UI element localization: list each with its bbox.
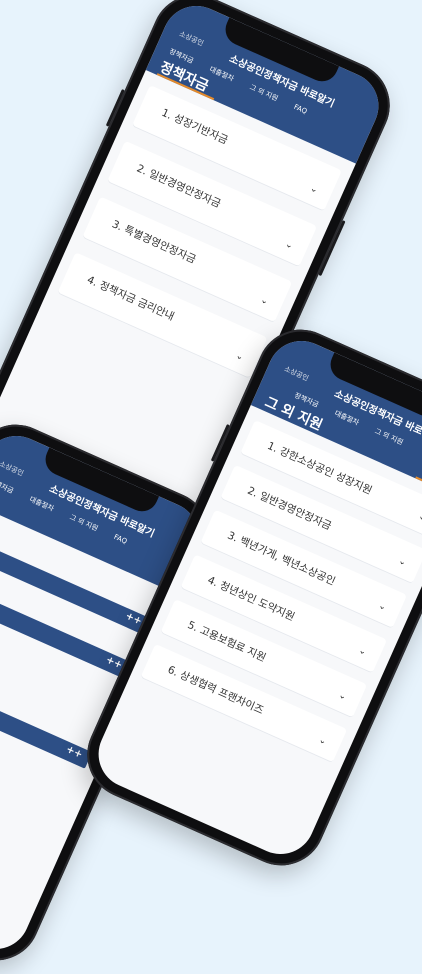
expand-icon: ++ (64, 743, 85, 761)
brand-label: 소상공인 (177, 29, 205, 48)
faq-bar[interactable]: ++ (0, 668, 93, 769)
chevron-down-icon: ⌄ (356, 645, 368, 658)
chevron-down-icon: ⌄ (317, 735, 328, 748)
tab-policy-fund[interactable]: 정책자금 (0, 476, 15, 496)
tab-other-support[interactable]: 그 외 지원 (248, 82, 280, 103)
tab-faq[interactable]: FAQ (113, 533, 129, 546)
brand-label: 소상공인 (282, 364, 310, 383)
brand-label: 소상공인 (0, 459, 25, 478)
tab-loan-procedure[interactable]: 대출절차 (28, 494, 56, 514)
tab-loan-procedure[interactable]: 대출절차 (208, 64, 236, 84)
list-item-label: 2. 일반경영안정자금 (245, 484, 334, 533)
chevron-down-icon: ⌄ (258, 295, 270, 308)
tab-loan-procedure[interactable]: 대출절차 (333, 408, 361, 428)
list-item-label: 2. 일반경영안정자금 (134, 162, 223, 211)
list-item-label: 5. 고용보험료 지원 (185, 619, 268, 665)
list-item-label: 4. 정책자금 금리안내 (85, 273, 176, 324)
chevron-down-icon: ⌄ (396, 556, 408, 569)
chevron-down-icon: ⌄ (283, 239, 295, 252)
tab-other-support[interactable]: 그 외 지원 (373, 426, 405, 447)
chevron-down-icon: ⌄ (336, 690, 348, 703)
chevron-down-icon: ⌄ (233, 350, 245, 364)
list-item-label: 3. 특별경영안정자금 (109, 218, 198, 267)
chevron-down-icon: ⌄ (308, 183, 320, 196)
tab-other-support[interactable]: 그 외 지원 (68, 512, 100, 533)
chevron-down-icon: ⌄ (376, 600, 388, 614)
tab-faq[interactable]: FAQ (293, 103, 309, 116)
chevron-down-icon: ⌄ (416, 511, 422, 524)
list-item-label: 1. 성장기반자금 (159, 106, 230, 147)
